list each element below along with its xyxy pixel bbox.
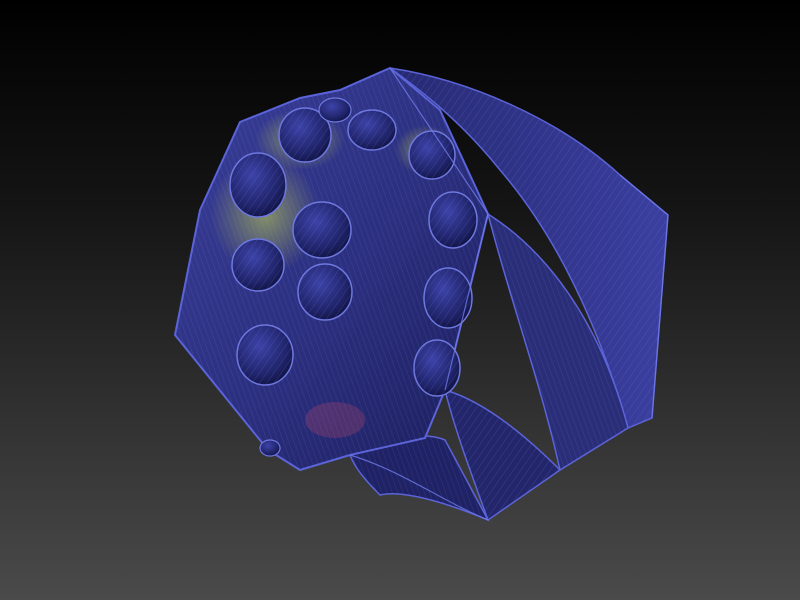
hole [423,267,473,329]
hole [428,191,478,249]
hole [259,439,281,457]
hole [236,324,294,386]
twisted-hex-mesh-model[interactable] [0,0,800,600]
hole [347,109,397,151]
hole [297,263,353,321]
hole [229,152,287,218]
hole [318,97,352,123]
3d-viewport[interactable] [0,0,800,600]
hole [292,201,352,259]
hole [231,238,285,292]
hole [413,339,461,397]
